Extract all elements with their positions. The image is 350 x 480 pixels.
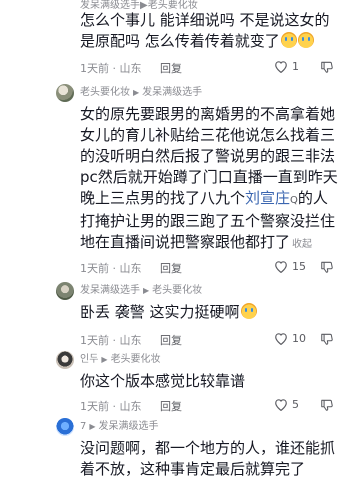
like-count: 5 — [292, 398, 299, 411]
triangle-right-icon: ▶ — [143, 286, 150, 295]
comment-text: 怎么个事儿 能详细说吗 不是说这女的是原配吗 怎么传着传着就变了 — [80, 11, 330, 50]
username[interactable]: 老头要化妆 — [80, 87, 130, 98]
heart-icon — [275, 399, 287, 411]
reply-button[interactable]: 回复 — [160, 332, 182, 348]
crying-laughing-emoji — [297, 32, 314, 48]
heart-icon — [275, 61, 287, 73]
reply-to-user[interactable]: 老头要化妆 — [152, 285, 202, 296]
heart-icon — [275, 261, 287, 273]
reply-to-user[interactable]: 发呆满级选手 — [99, 421, 159, 432]
crying-laughing-emoji — [240, 303, 257, 319]
search-suffix-icon: Q — [290, 195, 298, 206]
comment-time: 1天前 · 山东 — [80, 262, 142, 275]
comment-time: 1天前 · 山东 — [80, 62, 142, 75]
triangle-right-icon: ▶ — [101, 355, 108, 364]
comment-footer: 1天前 · 山东 回复 15 — [80, 259, 338, 275]
reply-to-user[interactable]: 老头要化妆 — [111, 354, 161, 365]
thumb-down-icon[interactable] — [320, 60, 334, 74]
comment-meta: 인두 ▶ 老头要化妆 — [80, 353, 161, 367]
username[interactable]: 7 — [80, 421, 86, 432]
comment-text: 卧丢 袭警 这实力挺硬啊 — [80, 302, 338, 323]
username[interactable]: 인두 — [80, 354, 98, 365]
comment-text: 没问题啊，都一个地方的人，谁还能抓着不放，这种事肯定最后就算完了 — [80, 439, 336, 478]
crying-laughing-emoji — [280, 32, 297, 48]
comment-meta: 7 ▶ 发呆满级选手 — [80, 420, 159, 434]
thumb-down-icon[interactable] — [320, 398, 334, 412]
thumb-down-icon[interactable] — [320, 332, 334, 346]
avatar[interactable] — [56, 418, 74, 436]
avatar[interactable] — [56, 351, 74, 369]
comment-text: 女的原先要跟男的离婚男的不高拿着她女儿的育儿补贴给三花他说怎么找着三的没听明白然… — [80, 105, 338, 251]
like-button[interactable]: 10 — [274, 331, 314, 347]
avatar[interactable] — [56, 84, 74, 102]
comment-time: 1天前 · 山东 — [80, 334, 142, 347]
username[interactable]: 发呆满级选手 — [80, 285, 140, 296]
comment-footer: 1天前 · 山东 回复 1 — [80, 59, 338, 75]
reply-button[interactable]: 回复 — [160, 398, 182, 414]
comment-meta: 发呆满级选手▶老头要化妆 — [80, 284, 202, 298]
comment-footer: 1天前 · 山东 回复 10 — [80, 331, 338, 347]
comment-time: 1天前 · 山东 — [80, 400, 142, 413]
like-count: 15 — [292, 260, 306, 273]
heart-icon — [275, 333, 287, 345]
like-button[interactable]: 15 — [274, 259, 314, 275]
thumb-down-icon[interactable] — [320, 260, 334, 274]
reply-button[interactable]: 回复 — [160, 260, 182, 276]
comment-meta: 老头要化妆 ▶ 发呆满级选手 — [80, 86, 202, 100]
like-count: 10 — [292, 332, 306, 345]
triangle-right-icon: ▶ — [89, 422, 96, 431]
comment-text: 你这个版本感觉比较靠谱 — [80, 372, 246, 390]
reply-button[interactable]: 回复 — [160, 60, 182, 76]
like-count: 1 — [292, 60, 299, 73]
like-button[interactable]: 5 — [274, 397, 314, 413]
avatar[interactable] — [56, 282, 74, 300]
triangle-right-icon: ▶ — [133, 88, 140, 97]
comment-footer: 1天前 · 山东 回复 5 — [80, 397, 338, 413]
collapse-button[interactable]: 收起 — [292, 239, 312, 250]
reply-to-user[interactable]: 发呆满级选手 — [142, 87, 202, 98]
location-link[interactable]: 刘宣庄 — [245, 189, 290, 207]
like-button[interactable]: 1 — [274, 59, 314, 75]
